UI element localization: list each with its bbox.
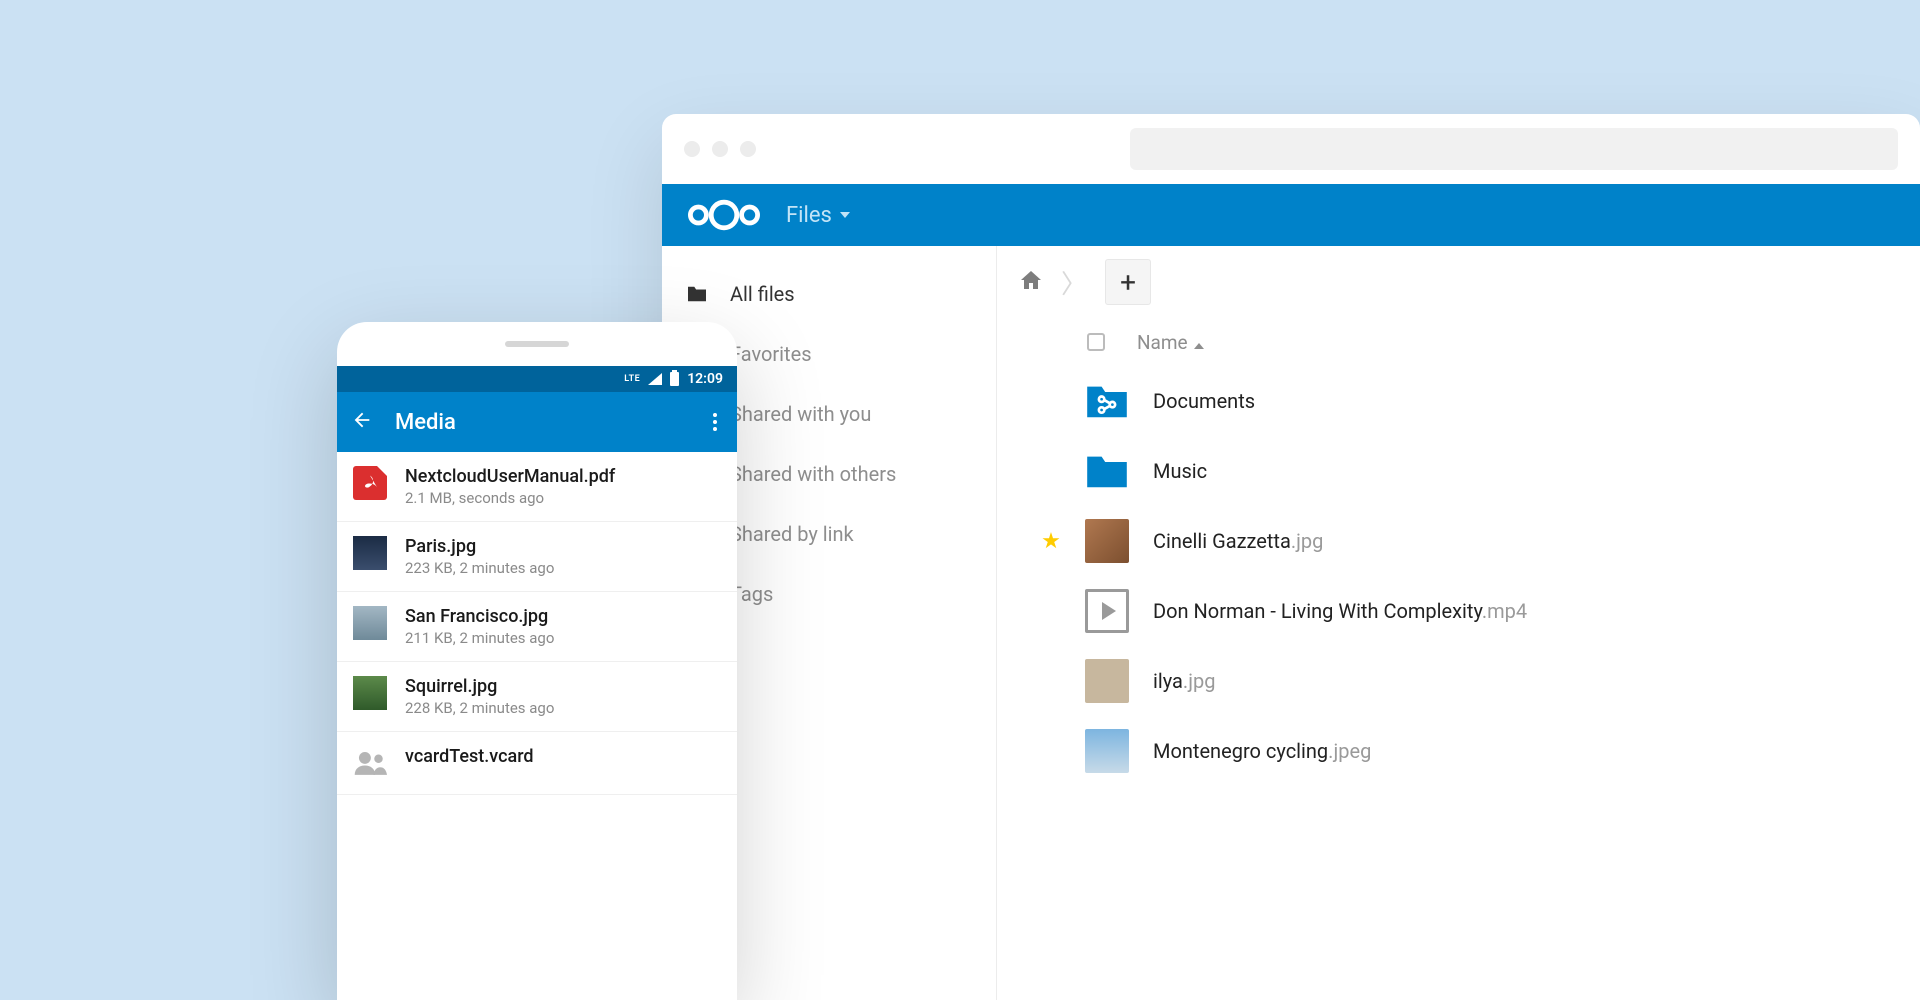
status-bar: LTE 12:09 (337, 366, 737, 392)
overflow-menu-button[interactable] (707, 407, 723, 437)
sidebar-item-label: Shared with others (730, 462, 896, 486)
phone-mock: LTE 12:09 Media NextcloudUserManual.pdf … (337, 322, 737, 1000)
speaker-icon (505, 341, 569, 347)
file-name: Music (1153, 459, 1207, 483)
file-row[interactable]: Don Norman - Living With Complexity.mp4 (997, 576, 1920, 646)
file-row[interactable]: Montenegro cycling.jpeg (997, 716, 1920, 786)
image-thumb-icon (353, 676, 387, 710)
status-time: 12:09 (687, 371, 723, 387)
arrow-left-icon (351, 409, 373, 431)
app-switcher[interactable]: Files (786, 203, 850, 228)
list-item[interactable]: Paris.jpg 223 KB, 2 minutes ago (337, 522, 737, 592)
file-name: ilya.jpg (1153, 669, 1215, 693)
list-item[interactable]: vcardTest.vcard (337, 732, 737, 795)
status-lte: LTE (624, 374, 640, 384)
file-name: vcardTest.vcard (405, 746, 534, 767)
sidebar-item-all-files[interactable]: All files (662, 264, 996, 324)
dot-minimize-icon[interactable] (712, 141, 728, 157)
select-all-checkbox[interactable] (1087, 333, 1105, 351)
file-meta: 2.1 MB, seconds ago (405, 489, 615, 507)
battery-icon (670, 372, 679, 386)
dot-close-icon[interactable] (684, 141, 700, 157)
sort-asc-icon (1194, 343, 1204, 349)
file-row[interactable]: ★ Cinelli Gazzetta.jpg (997, 506, 1920, 576)
table-header: Name (997, 318, 1920, 366)
list-item[interactable]: San Francisco.jpg 211 KB, 2 minutes ago (337, 592, 737, 662)
folder-shared-icon (1085, 379, 1129, 423)
sidebar-item-label: Favorites (730, 342, 812, 366)
image-thumb-icon (1085, 729, 1129, 773)
column-name[interactable]: Name (1137, 331, 1204, 354)
mobile-file-list: NextcloudUserManual.pdf 2.1 MB, seconds … (337, 452, 737, 795)
sidebar-item-label: Shared with you (730, 402, 871, 426)
dot-zoom-icon[interactable] (740, 141, 756, 157)
file-main: 〉 + Name Documents (996, 246, 1920, 1000)
folder-icon (686, 285, 708, 303)
file-name: Squirrel.jpg (405, 676, 554, 697)
folder-icon (1085, 449, 1129, 493)
window-controls[interactable] (684, 141, 756, 157)
back-button[interactable] (351, 409, 373, 435)
home-icon[interactable] (1019, 269, 1043, 295)
file-row[interactable]: Documents (997, 366, 1920, 436)
mobile-app-header: Media (337, 392, 737, 452)
app-header: Files (662, 184, 1920, 246)
app-label: Files (786, 203, 832, 228)
file-row[interactable]: Music (997, 436, 1920, 506)
browser-chrome (662, 114, 1920, 184)
sidebar-item-label: Shared by link (730, 522, 854, 546)
phone-bezel (337, 322, 737, 366)
nextcloud-logo-icon[interactable] (684, 197, 764, 233)
file-meta: 211 KB, 2 minutes ago (405, 629, 554, 647)
address-bar[interactable] (1130, 128, 1898, 170)
image-thumb-icon (1085, 519, 1129, 563)
image-thumb-icon (1085, 659, 1129, 703)
mobile-title: Media (395, 410, 685, 435)
chevron-down-icon (840, 212, 850, 218)
pdf-icon (353, 466, 387, 500)
file-meta: 223 KB, 2 minutes ago (405, 559, 554, 577)
list-item[interactable]: Squirrel.jpg 228 KB, 2 minutes ago (337, 662, 737, 732)
file-name: San Francisco.jpg (405, 606, 554, 627)
breadcrumb: 〉 + (997, 246, 1920, 318)
image-thumb-icon (353, 606, 387, 640)
file-name: NextcloudUserManual.pdf (405, 466, 615, 487)
list-item[interactable]: NextcloudUserManual.pdf 2.1 MB, seconds … (337, 452, 737, 522)
star-toggle[interactable]: ★ (1041, 529, 1061, 554)
plus-icon: + (1120, 266, 1136, 299)
breadcrumb-separator-icon: 〉 (1061, 264, 1087, 301)
browser-window: Files All files ★ Favorites ⤓ Shared wit… (662, 114, 1920, 1000)
add-button[interactable]: + (1105, 259, 1151, 305)
video-thumb-icon (1085, 589, 1129, 633)
file-name: Paris.jpg (405, 536, 554, 557)
file-row[interactable]: ilya.jpg (997, 646, 1920, 716)
signal-icon (648, 373, 662, 385)
image-thumb-icon (353, 536, 387, 570)
contacts-icon (353, 746, 387, 780)
file-name: Montenegro cycling.jpeg (1153, 739, 1371, 763)
file-name: Cinelli Gazzetta.jpg (1153, 529, 1323, 553)
file-meta: 228 KB, 2 minutes ago (405, 699, 554, 717)
sidebar-item-label: All files (730, 282, 795, 306)
file-name: Don Norman - Living With Complexity.mp4 (1153, 599, 1527, 623)
file-name: Documents (1153, 389, 1255, 413)
